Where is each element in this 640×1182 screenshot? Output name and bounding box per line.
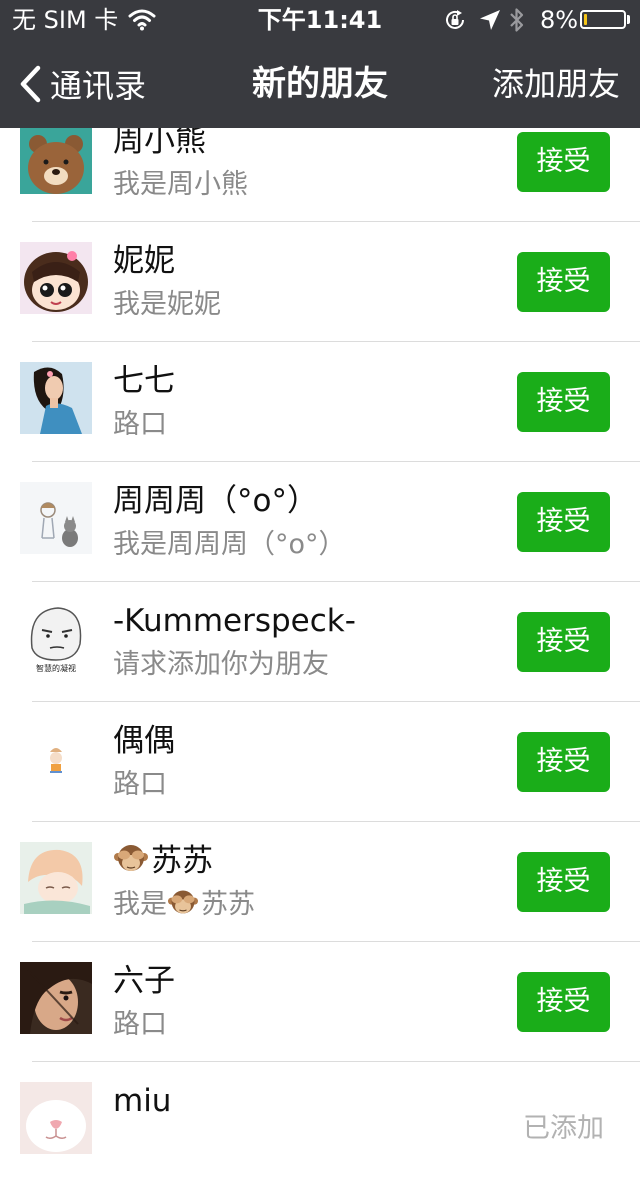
app-header: 无 SIM 卡 下午11:41 8% 通讯录 新的朋友 添加朋友 — [0, 0, 640, 128]
avatar[interactable] — [20, 362, 92, 434]
friend-request-row[interactable]: 偶偶 路口 接受 — [0, 702, 640, 822]
friend-request-row[interactable]: 七七 路口 接受 — [0, 342, 640, 462]
battery-tip — [627, 15, 630, 24]
brown-bear-avatar — [20, 122, 92, 194]
battery-percent: 8% — [540, 6, 579, 34]
friend-name: miu — [113, 1083, 172, 1119]
small-doodle-avatar — [20, 722, 92, 794]
request-message: 我是周周周（°o°） — [113, 529, 346, 560]
back-button[interactable]: 通讯录 — [18, 62, 146, 106]
friend-name: 七七 — [113, 363, 175, 399]
add-friend-button[interactable]: 添加朋友 — [492, 62, 620, 106]
orientation-lock-icon — [446, 10, 464, 29]
friend-name: 偶偶 — [113, 723, 175, 759]
back-button-label: 通讯录 — [50, 67, 147, 105]
sketch-with-cat-avatar — [20, 482, 92, 554]
anime-boy-avatar — [20, 842, 92, 914]
friend-request-row[interactable]: 周周周（°o°） 我是周周周（°o°） 接受 — [0, 462, 640, 582]
accept-button[interactable]: 接受 — [517, 852, 610, 912]
accept-button[interactable]: 接受 — [517, 492, 610, 552]
request-message: 我是 苏苏 — [113, 887, 255, 923]
added-status-label: 已添加 — [523, 1113, 604, 1144]
request-message: 路口 — [113, 1009, 167, 1040]
request-message: 我是妮妮 — [113, 289, 221, 320]
avatar[interactable] — [20, 482, 92, 554]
avatar[interactable] — [20, 722, 92, 794]
accept-button[interactable]: 接受 — [517, 252, 610, 312]
avatar-caption: 智慧的凝视 — [36, 663, 76, 673]
bluetooth-icon — [510, 8, 524, 32]
friend-name: 妮妮 — [113, 243, 175, 279]
request-message: 我是周小熊 — [113, 169, 248, 200]
woman-photo-avatar — [20, 362, 92, 434]
see-no-evil-monkey-emoji — [114, 845, 148, 871]
cartoon-girl-avatar — [20, 242, 92, 314]
accept-button[interactable]: 接受 — [517, 732, 610, 792]
chevron-left-icon — [20, 65, 41, 103]
friend-name: 周周周（°o°） — [113, 483, 318, 519]
request-message: 路口 — [113, 769, 167, 800]
see-no-evil-monkey-emoji — [168, 890, 198, 914]
battery-icon — [580, 10, 626, 29]
friend-request-list: 周小熊 我是周小熊 接受 妮妮 我是妮妮 接受 七七 路口 接受 周周周（°o°… — [0, 102, 640, 1182]
navigation-bar: 通讯录 新的朋友 添加朋友 — [0, 40, 640, 128]
avatar[interactable]: 智慧的凝视 — [20, 602, 92, 674]
request-message: 路口 — [113, 409, 167, 440]
location-arrow-icon — [480, 10, 500, 30]
battery-level-fill — [584, 14, 587, 25]
avatar[interactable] — [20, 842, 92, 914]
friend-request-row[interactable]: 智慧的凝视 -Kummerspeck- 请求添加你为朋友 接受 — [0, 582, 640, 702]
friend-request-row[interactable]: 苏苏 我是 苏苏 接受 — [0, 822, 640, 942]
request-message-text: 苏苏 — [201, 889, 255, 920]
friend-name: -Kummerspeck- — [113, 603, 356, 639]
accept-button[interactable]: 接受 — [517, 132, 610, 192]
avatar[interactable] — [20, 122, 92, 194]
request-message-prefix: 我是 — [113, 889, 167, 920]
friend-request-row[interactable]: miu 已添加 — [0, 1062, 640, 1182]
avatar[interactable] — [20, 1082, 92, 1154]
friend-request-row[interactable]: 六子 路口 接受 — [0, 942, 640, 1062]
accept-button[interactable]: 接受 — [517, 372, 610, 432]
accept-button[interactable]: 接受 — [517, 972, 610, 1032]
status-bar: 无 SIM 卡 下午11:41 8% — [0, 0, 640, 40]
friend-name-text: 苏苏 — [151, 843, 213, 879]
avatar[interactable] — [20, 962, 92, 1034]
friend-request-row[interactable]: 妮妮 我是妮妮 接受 — [0, 222, 640, 342]
request-message: 请求添加你为朋友 — [113, 649, 329, 680]
friend-name: 六子 — [113, 963, 175, 999]
meme-face-avatar: 智慧的凝视 — [20, 602, 92, 674]
avatar[interactable] — [20, 242, 92, 314]
friend-name: 苏苏 — [113, 841, 213, 881]
accept-button[interactable]: 接受 — [517, 612, 610, 672]
girl-face-photo-avatar — [20, 962, 92, 1034]
cat-closeup-avatar — [20, 1082, 92, 1154]
